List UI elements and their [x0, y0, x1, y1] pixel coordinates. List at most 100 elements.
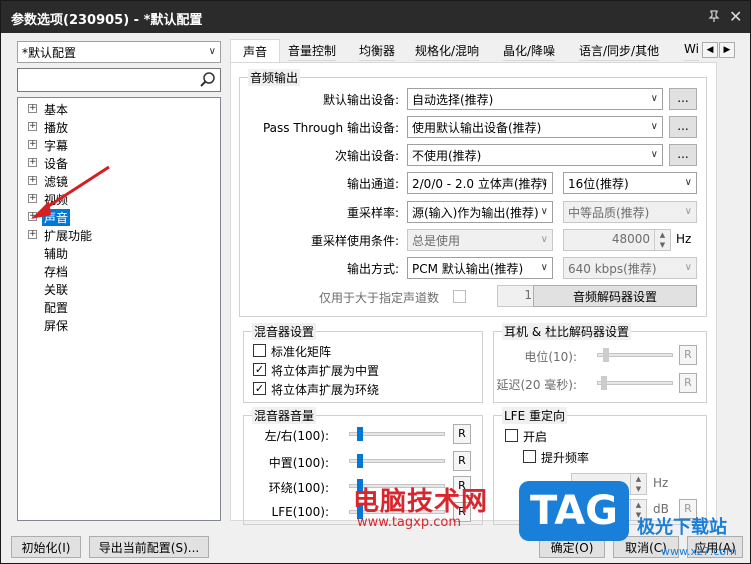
annotation-arrow-icon — [31, 165, 110, 219]
tree-item-label: 关联 — [44, 283, 69, 297]
close-icon[interactable]: ✕ — [729, 7, 742, 26]
level-reset-button: R — [679, 345, 697, 365]
boost-frequency-label: 提升频率 — [541, 451, 590, 465]
default-device-select[interactable]: 自动选择(推荐) ∨ — [407, 88, 663, 110]
secondary-browse-button[interactable]: ... — [669, 144, 697, 166]
resample-select[interactable]: 源(输入)作为输出(推荐) ∨ — [407, 201, 553, 223]
tab-scroll-left-icon[interactable]: ◀ — [702, 42, 718, 58]
spinner-arrows-icon: ▲▼ — [654, 230, 670, 250]
tab-scroll-right-icon[interactable]: ▶ — [719, 42, 735, 58]
chevron-down-icon: ∨ — [684, 177, 692, 188]
tree-item-label: 配置 — [44, 301, 69, 315]
preferences-window: 参数选项(230905) - *默认配置 ✕ *默认配置 ∨ + 基本 + 播放 + 字幕… — [0, 0, 751, 564]
expand-center-checkbox[interactable]: ✓ — [253, 363, 266, 376]
chevron-down-icon: ∨ — [684, 206, 692, 217]
chevron-down-icon: ∨ — [540, 177, 548, 188]
expand-icon[interactable]: + — [28, 230, 37, 239]
bits-select[interactable]: 16位(推荐) ∨ — [563, 172, 697, 194]
lr-volume-label: 左/右(100): — [264, 429, 329, 443]
tree-item-label: 基本 — [44, 103, 69, 117]
level-slider-thumb — [603, 348, 609, 362]
profile-value: *默认配置 — [22, 46, 77, 60]
pin-icon[interactable] — [707, 9, 721, 23]
group-title: 混音器设置 — [252, 323, 317, 340]
export-config-button[interactable]: 导出当前配置(S)... — [89, 536, 209, 558]
secondary-device-select[interactable]: 不使用(推荐) ∨ — [407, 144, 663, 166]
search-icon[interactable] — [199, 71, 217, 89]
lr-volume-thumb[interactable] — [357, 427, 363, 441]
expand-surround-checkbox[interactable]: ✓ — [253, 382, 266, 395]
normalize-matrix-checkbox[interactable] — [253, 344, 266, 357]
tab-volume-control[interactable]: 音量控制 — [288, 39, 337, 61]
quality-select: 中等品质(推荐) ∨ — [563, 201, 697, 223]
lfe-enable-checkbox[interactable] — [505, 429, 518, 442]
frequency-unit: Hz — [653, 476, 669, 490]
level-label: 电位(10): — [524, 350, 577, 364]
expand-surround-label: 将立体声扩展为环绕 — [271, 383, 380, 397]
window-title: 参数选项(230905) - *默认配置 — [11, 13, 203, 28]
expand-icon[interactable]: + — [28, 140, 37, 149]
tree-item-label: 辅助 — [44, 247, 69, 261]
default-device-label: 默认输出设备: — [322, 93, 399, 107]
expand-icon[interactable]: + — [28, 122, 37, 131]
group-title: 耳机 & 杜比解码器设置 — [502, 323, 631, 340]
sample-rate-spinner: 48000 ▲ ▼ — [563, 229, 671, 251]
tab-sound[interactable]: 声音 — [230, 39, 280, 63]
surround-volume-label: 环绕(100): — [268, 481, 329, 495]
chevron-down-icon: ∨ — [650, 93, 658, 104]
only-channels-checkbox — [453, 290, 466, 303]
lfe-volume-label: LFE(100): — [271, 505, 329, 519]
tree-item-label: 存档 — [44, 265, 69, 279]
tree-item-label: 播放 — [44, 121, 69, 135]
watermark-text: 电脑技术网 — [353, 487, 489, 517]
resample-label: 重采样率: — [346, 206, 399, 220]
sample-rate-unit: Hz — [676, 232, 692, 246]
watermark-logo: TAG — [519, 481, 629, 541]
audio-decoder-settings-button[interactable]: 音频解码器设置 — [533, 285, 697, 307]
group-title: 混音器音量 — [252, 407, 317, 424]
lr-reset-button[interactable]: R — [453, 424, 471, 444]
sound-panel: 音频输出 默认输出设备: 自动选择(推荐) ∨ ... Pass Through … — [230, 62, 717, 525]
passthrough-browse-button[interactable]: ... — [669, 116, 697, 138]
center-volume-slider[interactable] — [349, 459, 445, 463]
output-mode-label: 输出方式: — [346, 262, 399, 276]
delay-label: 延迟(20 毫秒): — [496, 378, 578, 392]
search-input[interactable] — [17, 68, 221, 92]
lfe-enable-label: 开启 — [523, 430, 548, 444]
chevron-down-icon: ∨ — [650, 149, 658, 160]
init-button[interactable]: 初始化(I) — [11, 536, 81, 558]
tree-item-label: 屏保 — [44, 319, 69, 333]
tab-more[interactable]: Wi — [684, 39, 699, 61]
title-bar[interactable]: 参数选项(230905) - *默认配置 ✕ — [1, 1, 750, 33]
passthrough-label: Pass Through 输出设备: — [262, 121, 399, 135]
boost-frequency-checkbox[interactable] — [523, 450, 536, 463]
tab-equalizer[interactable]: 均衡器 — [359, 39, 396, 61]
group-title: LFE 重定向 — [502, 407, 567, 424]
tab-language-sync[interactable]: 语言/同步/其他 — [579, 39, 660, 61]
tab-normalize-reverb[interactable]: 规格化/混响 — [415, 39, 480, 61]
bitrate-select: 640 kbps(推荐) ∨ — [563, 257, 697, 279]
channel-select[interactable]: 2/0/0 - 2.0 立体声(推荐) ∨ — [407, 172, 553, 194]
profile-select[interactable]: *默认配置 ∨ — [17, 41, 221, 63]
only-channels-label: 仅用于大于指定声道数 — [319, 291, 440, 305]
output-mode-select[interactable]: PCM 默认输出(推荐) ∨ — [407, 257, 553, 279]
center-volume-thumb[interactable] — [357, 454, 363, 468]
lr-volume-slider[interactable] — [349, 432, 445, 436]
center-reset-button[interactable]: R — [453, 451, 471, 471]
expand-icon[interactable]: + — [28, 104, 37, 113]
channel-label: 输出通道: — [346, 177, 399, 191]
chevron-down-icon: ∨ — [208, 46, 216, 57]
expand-center-label: 将立体声扩展为中置 — [271, 364, 380, 378]
watermark-site-url: www.xz7.com — [661, 545, 737, 558]
default-device-browse-button[interactable]: ... — [669, 88, 697, 110]
delay-slider — [597, 381, 673, 385]
tab-crystal-denoise[interactable]: 晶化/降噪 — [503, 39, 556, 61]
chevron-down-icon: ∨ — [540, 206, 548, 217]
passthrough-select[interactable]: 使用默认输出设备(推荐) ∨ — [407, 116, 663, 138]
secondary-device-label: 次输出设备: — [334, 149, 399, 163]
resample-condition-label: 重采样使用条件: — [310, 234, 399, 248]
center-volume-label: 中置(100): — [268, 456, 329, 470]
audio-output-group: 音频输出 — [239, 69, 707, 317]
chevron-down-icon: ∨ — [540, 262, 548, 273]
watermark-site: 极光下载站 — [637, 517, 727, 538]
